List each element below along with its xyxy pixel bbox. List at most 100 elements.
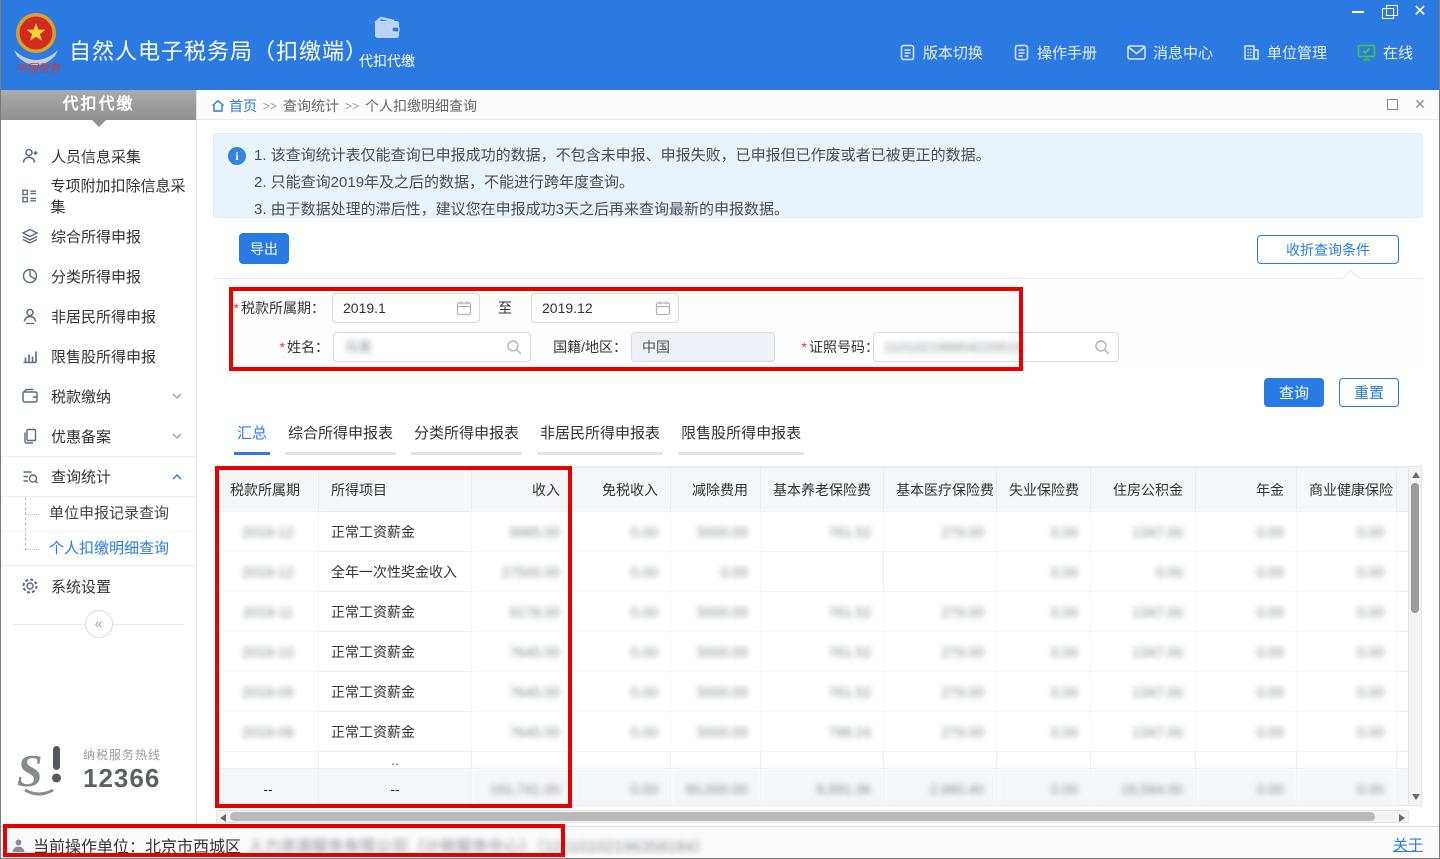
notice-panel: i 1. 该查询统计表仅能查询已申报成功的数据，不包含未申报、申报失败，已申报但… (213, 133, 1423, 218)
table-row[interactable]: 2019-12正常工资薪金9985.000.005000.00761.52279… (218, 512, 1410, 552)
sidebar-item-preferential-filing[interactable]: 优惠备案 (1, 416, 196, 456)
sidebar-header: 代扣代缴 (1, 90, 196, 120)
vertical-scroll-thumb[interactable] (1411, 483, 1419, 613)
table-row-partial: .. (218, 752, 1410, 769)
chevron-down-icon (172, 433, 182, 439)
sidebar-item-query-statistics[interactable]: 查询统计 (1, 456, 196, 496)
calendar-icon[interactable] (655, 300, 671, 316)
column-header: 基本医疗保险费 (884, 468, 997, 512)
panel-controls: ✕ (1385, 97, 1427, 111)
cell-partial: .. (319, 752, 472, 769)
cell-amount: 0.00 (997, 592, 1091, 632)
cell-income-item: 正常工资薪金 (319, 712, 472, 752)
horizontal-scroll-thumb[interactable] (230, 812, 1375, 821)
cell-amount: 0.00 (1196, 512, 1297, 552)
menu-version-switch[interactable]: 版本切换 (899, 42, 983, 63)
table-row[interactable]: 2019-12全年一次性奖金收入27500.000.000.000.000.00… (218, 552, 1410, 592)
tab-daikou-daijiao[interactable]: 代扣代缴 (349, 14, 425, 78)
breadcrumb-item-query-statistics: 查询统计 (283, 96, 339, 116)
nationality-label: 国籍/地区： (543, 332, 627, 362)
tab-restricted-stock[interactable]: 限售股所得申报表 (678, 422, 804, 455)
tab-summary[interactable]: 汇总 (234, 422, 270, 455)
cell-summary-amount: 0.00 (1196, 769, 1297, 807)
breadcrumb-item-current-page: 个人扣缴明细查询 (365, 96, 477, 116)
cell-summary-amount: 0.00 (573, 769, 671, 807)
id-number-input[interactable]: 110102199904220519 (873, 332, 1119, 362)
cell-tax-period: 2019-12 (218, 512, 319, 552)
chevron-up-icon (172, 474, 182, 480)
menu-online-status[interactable]: 在线 (1357, 42, 1413, 63)
tab-comprehensive[interactable]: 综合所得申报表 (285, 422, 396, 455)
sidebar-subitem-unit-declaration-query[interactable]: 单位申报记录查询 (1, 497, 196, 531)
tab-label: 代扣代缴 (349, 51, 425, 71)
name-input[interactable]: 马某 (333, 332, 531, 362)
table-row[interactable]: 2019-08正常工资薪金7645.000.005000.00798.24279… (218, 712, 1410, 752)
cell-amount: 5000.00 (671, 632, 761, 672)
cell-summary-amount: 8,991.36 (761, 769, 884, 807)
table-row[interactable]: 2019-10正常工资薪金7645.000.005000.00761.52279… (218, 632, 1410, 672)
menu-unit-management[interactable]: 单位管理 (1243, 42, 1327, 63)
sidebar-subitem-personal-withholding-query[interactable]: 个人扣缴明细查询 (1, 531, 196, 565)
name-label: *姓名： (233, 332, 329, 362)
sidebar-item-comprehensive-income[interactable]: 综合所得申报 (1, 216, 196, 256)
sidebar-collapse-button[interactable]: « (85, 610, 113, 638)
tab-nonresident[interactable]: 非居民所得申报表 (537, 422, 663, 455)
cell-amount: 0.00 (1196, 552, 1297, 592)
scroll-up-arrow[interactable] (1412, 472, 1420, 478)
panel-close-button[interactable]: ✕ (1413, 97, 1427, 111)
cell-amount: 0.00 (573, 672, 671, 712)
vertical-scrollbar[interactable] (1408, 466, 1422, 806)
cell-amount: 279.00 (884, 672, 997, 712)
query-button[interactable]: 查询 (1264, 378, 1324, 407)
panel-maximize-button[interactable] (1385, 97, 1399, 111)
cell-income-item: 全年一次性奖金收入 (319, 552, 472, 592)
cell-amount: 1347.00 (1091, 512, 1196, 552)
tab-classified[interactable]: 分类所得申报表 (411, 422, 522, 455)
sidebar-item-classified-income[interactable]: 分类所得申报 (1, 256, 196, 296)
tax-period-to-input[interactable]: 2019.12 (531, 293, 679, 323)
table-row[interactable]: 2019-11正常工资薪金9178.000.005000.00761.52279… (218, 592, 1410, 632)
reset-button[interactable]: 重置 (1339, 378, 1399, 407)
cell-amount: 0.00 (997, 552, 1091, 592)
sidebar-item-tax-payment[interactable]: 税款缴纳 (1, 376, 196, 416)
sidebar-item-special-deduction[interactable]: 专项附加扣除信息采集 (1, 176, 196, 216)
cell-amount: 0.00 (997, 672, 1091, 712)
sidebar-item-personnel-info[interactable]: 人员信息采集 (1, 136, 196, 176)
about-link[interactable]: 关于 (1393, 834, 1423, 855)
sidebar-item-nonresident-income[interactable]: 非居民所得申报 (1, 296, 196, 336)
main-content: 首页 >> 查询统计 >> 个人扣缴明细查询 ✕ i 1. 该查询统计表仅能查询… (197, 90, 1439, 826)
export-button[interactable]: 导出 (239, 233, 289, 264)
breadcrumb-bar: 首页 >> 查询统计 >> 个人扣缴明细查询 ✕ (197, 90, 1439, 120)
tax-period-from-input[interactable]: 2019.1 (332, 293, 480, 323)
column-header: 免税收入 (573, 468, 671, 512)
menu-message-center[interactable]: 消息中心 (1127, 42, 1213, 63)
breadcrumb-home[interactable]: 首页 (211, 96, 257, 116)
wallet-icon (372, 14, 402, 42)
calendar-icon[interactable] (456, 300, 472, 316)
search-icon[interactable] (1094, 339, 1111, 356)
sidebar-item-restricted-stock[interactable]: 限售股所得申报 (1, 336, 196, 376)
scroll-right-arrow[interactable] (1399, 814, 1405, 822)
menu-manual[interactable]: 操作手册 (1013, 42, 1097, 63)
sidebar-menu: 人员信息采集 专项附加扣除信息采集 综合所得申报 分类所得申报 非居民所得申报 … (1, 136, 196, 606)
cell-amount: 0.00 (1297, 592, 1397, 632)
mail-icon (1127, 45, 1146, 60)
cell-amount: 0.00 (1196, 712, 1297, 752)
search-icon[interactable] (506, 339, 523, 356)
fold-query-button[interactable]: 收折查询条件 (1257, 235, 1399, 264)
cell-summary-amount: 2,960.40 (884, 769, 997, 807)
minimize-button[interactable] (1351, 5, 1365, 19)
svg-text:中国税务: 中国税务 (16, 62, 61, 74)
sidebar-item-system-settings[interactable]: 系统设置 (1, 566, 196, 606)
restore-button[interactable] (1382, 5, 1396, 19)
close-button[interactable]: ✕ (1413, 5, 1427, 19)
document-icon (899, 44, 916, 61)
horizontal-scrollbar[interactable] (216, 810, 1409, 823)
cell-partial (671, 752, 761, 769)
scroll-down-arrow[interactable] (1412, 794, 1420, 800)
table-row[interactable]: 2019-09正常工资薪金7645.000.005000.00761.52279… (218, 672, 1410, 712)
cell-summary-period: -- (218, 769, 319, 807)
info-icon: i (228, 147, 246, 165)
scroll-left-arrow[interactable] (220, 814, 226, 822)
form-actions: 查询 重置 (1264, 378, 1399, 407)
